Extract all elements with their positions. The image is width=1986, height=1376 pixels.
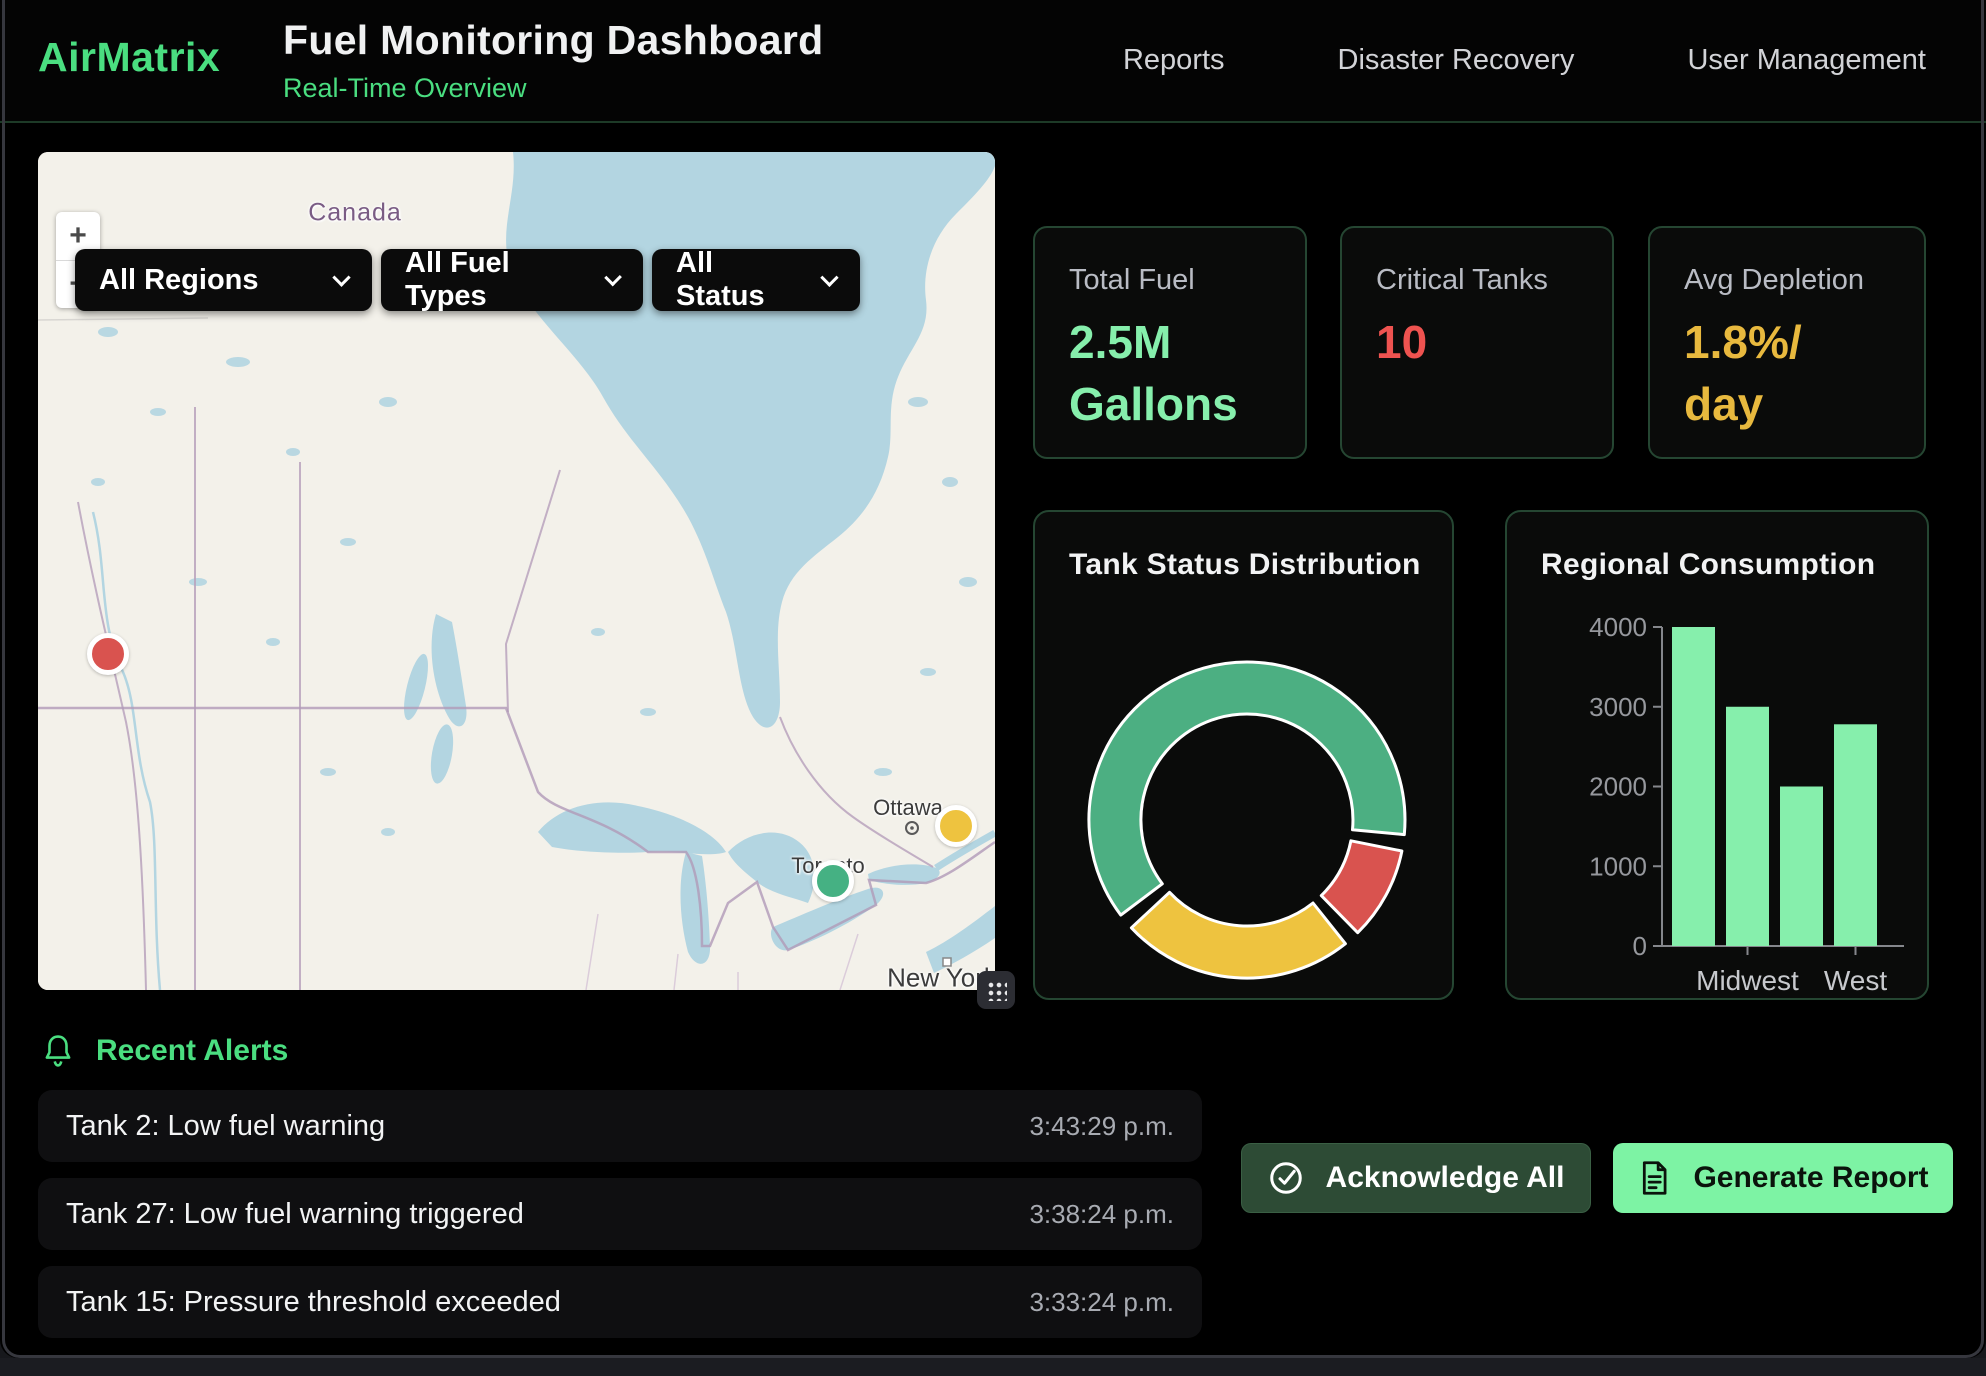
- map-marker-warning[interactable]: [935, 805, 977, 847]
- bell-icon: [42, 1034, 74, 1068]
- map-label-ottawa: Ottawa: [873, 795, 943, 821]
- kpi-value: 10: [1376, 311, 1578, 373]
- title-block: Fuel Monitoring Dashboard Real-Time Over…: [283, 17, 823, 104]
- dashboard-panel: AirMatrix Fuel Monitoring Dashboard Real…: [0, 0, 1986, 1358]
- alert-message: Tank 15: Pressure threshold exceeded: [66, 1286, 561, 1319]
- kpi-value: 1.8%/ day: [1684, 311, 1890, 435]
- svg-text:Midwest: Midwest: [1696, 965, 1799, 996]
- chevron-down-icon: [332, 268, 350, 286]
- acknowledge-all-button[interactable]: Acknowledge All: [1241, 1143, 1591, 1213]
- svg-text:3000: 3000: [1589, 692, 1647, 722]
- horizontal-scrollbar[interactable]: [0, 1358, 1986, 1376]
- alert-row[interactable]: Tank 2: Low fuel warning 3:43:29 p.m.: [38, 1090, 1202, 1162]
- alert-time: 3:43:29 p.m.: [1029, 1111, 1174, 1142]
- kpi-value: 2.5M Gallons: [1069, 311, 1271, 435]
- svg-text:2000: 2000: [1589, 772, 1647, 802]
- alert-time: 3:38:24 p.m.: [1029, 1199, 1174, 1230]
- nav-item-disaster-recovery[interactable]: Disaster Recovery: [1338, 44, 1575, 77]
- resize-grip-icon[interactable]: [977, 971, 1015, 1009]
- kpi-card-avg-depletion: Avg Depletion 1.8%/ day: [1648, 226, 1926, 459]
- nav-item-reports[interactable]: Reports: [1123, 44, 1225, 77]
- kpi-value-line: 10: [1376, 311, 1578, 373]
- document-icon: [1637, 1160, 1671, 1196]
- alert-time: 3:33:24 p.m.: [1029, 1287, 1174, 1318]
- map-label-canada: Canada: [308, 199, 402, 228]
- check-circle-icon: [1268, 1160, 1304, 1196]
- alerts-title: Recent Alerts: [96, 1034, 288, 1068]
- regional-consumption-bar-chart: 0 1000 2000 3000 4000 Midwest West: [1507, 512, 1929, 1000]
- map[interactable]: Canada Ottawa Toronto New York + − All R…: [38, 152, 995, 990]
- kpi-value-line: 1.8%/: [1684, 311, 1890, 373]
- page-title: Fuel Monitoring Dashboard: [283, 17, 823, 64]
- status-filter-value: All Status: [676, 247, 805, 313]
- kpi-label: Avg Depletion: [1684, 264, 1890, 297]
- kpi-label: Total Fuel: [1069, 264, 1271, 297]
- kpi-card-critical-tanks: Critical Tanks 10: [1340, 226, 1614, 459]
- svg-text:West: West: [1824, 965, 1887, 996]
- app-header: AirMatrix Fuel Monitoring Dashboard Real…: [0, 0, 1986, 123]
- region-filter-select[interactable]: All Regions: [75, 249, 372, 311]
- tank-status-card: Tank Status Distribution: [1033, 510, 1454, 1000]
- grip-dots-icon: [986, 980, 1007, 1001]
- alerts-header: Recent Alerts: [42, 1034, 288, 1068]
- fuel-type-filter-value: All Fuel Types: [405, 247, 589, 313]
- nav-item-user-management[interactable]: User Management: [1687, 44, 1926, 77]
- regional-consumption-card: Regional Consumption 01000200030004000Mi…: [1505, 510, 1929, 1000]
- kpi-label: Critical Tanks: [1376, 264, 1578, 297]
- page-subtitle: Real-Time Overview: [283, 73, 823, 104]
- map-marker-normal[interactable]: [812, 860, 854, 902]
- map-filter-bar: All Regions All Fuel Types All Status: [75, 249, 860, 311]
- acknowledge-all-label: Acknowledge All: [1326, 1161, 1565, 1195]
- chevron-down-icon: [821, 268, 839, 286]
- alert-message: Tank 27: Low fuel warning triggered: [66, 1198, 524, 1231]
- kpi-card-total-fuel: Total Fuel 2.5M Gallons: [1033, 226, 1307, 459]
- alert-row[interactable]: Tank 27: Low fuel warning triggered 3:38…: [38, 1178, 1202, 1250]
- chevron-down-icon: [604, 268, 622, 286]
- svg-text:1000: 1000: [1589, 851, 1647, 881]
- alert-message: Tank 2: Low fuel warning: [66, 1110, 385, 1143]
- kpi-value-line: Gallons: [1069, 373, 1271, 435]
- app-window: AirMatrix Fuel Monitoring Dashboard Real…: [0, 0, 1986, 1376]
- main-nav: Reports Disaster Recovery User Managemen…: [1123, 0, 1926, 121]
- svg-text:0: 0: [1633, 931, 1647, 961]
- generate-report-label: Generate Report: [1693, 1161, 1928, 1195]
- kpi-value-line: day: [1684, 373, 1890, 435]
- svg-text:4000: 4000: [1589, 612, 1647, 642]
- generate-report-button[interactable]: Generate Report: [1613, 1143, 1953, 1213]
- kpi-value-line: 2.5M: [1069, 311, 1271, 373]
- brand-logo[interactable]: AirMatrix: [38, 34, 220, 81]
- alert-row[interactable]: Tank 15: Pressure threshold exceeded 3:3…: [38, 1266, 1202, 1338]
- tank-status-donut-chart: [1035, 512, 1454, 1000]
- region-filter-value: All Regions: [99, 264, 259, 297]
- fuel-type-filter-select[interactable]: All Fuel Types: [381, 249, 643, 311]
- status-filter-select[interactable]: All Status: [652, 249, 860, 311]
- map-marker-critical[interactable]: [87, 633, 129, 675]
